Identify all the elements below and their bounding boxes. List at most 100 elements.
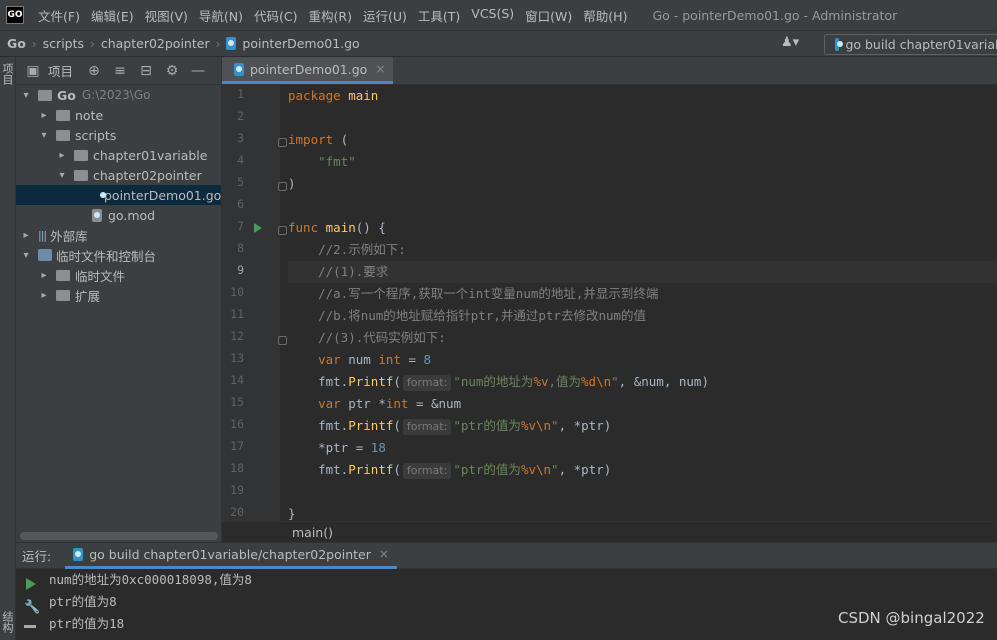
parameter-hint: format:: [402, 375, 452, 391]
run-gutter-icon[interactable]: [254, 223, 262, 233]
line-number: 11: [230, 307, 244, 321]
menu-item[interactable]: 视图(V): [145, 6, 188, 25]
run-configuration-selector[interactable]: go build chapter01variab: [824, 34, 997, 55]
chevron-right-icon[interactable]: ▸: [38, 110, 50, 121]
expand-all-icon[interactable]: ≡: [113, 63, 127, 79]
menu-item[interactable]: 工具(T): [418, 6, 460, 25]
line-number: 18: [230, 461, 244, 475]
tree-item[interactable]: ▸ ||| 外部库: [16, 225, 221, 245]
tree-item-label: 扩展: [75, 288, 101, 304]
code-line: func main() {: [288, 217, 997, 239]
close-tab-icon[interactable]: ×: [375, 62, 385, 76]
breadcrumb-chapter02pointer[interactable]: chapter02pointer: [101, 36, 210, 51]
wrench-icon[interactable]: 🔧: [24, 600, 40, 615]
code-token: main: [340, 88, 379, 103]
folder-icon: [56, 129, 70, 141]
tree-item-path: G:\2023\Go: [81, 88, 151, 102]
tree-item[interactable]: ▾ Go G:\2023\Go: [16, 85, 221, 105]
line-number: 13: [230, 351, 244, 365]
code-token: "ptr的值为: [453, 418, 521, 433]
tree-item-label: pointerDemo01.go: [104, 187, 222, 203]
run-tab[interactable]: go build chapter01variable/chapter02poin…: [65, 543, 397, 569]
chevron-down-icon[interactable]: ▾: [20, 90, 32, 101]
code-breadcrumb-function[interactable]: main(): [292, 525, 333, 540]
menu-item[interactable]: 窗口(W): [525, 6, 572, 25]
menu-item[interactable]: 导航(N): [199, 6, 243, 25]
line-number: 6: [237, 197, 244, 211]
menu-item[interactable]: 代码(C): [254, 6, 297, 25]
tree-item[interactable]: ▸ 临时文件: [16, 265, 221, 285]
fold-marker-icon[interactable]: [278, 182, 287, 191]
console-output-line: ptr的值为8: [49, 594, 117, 609]
code-token: ,值为: [548, 374, 582, 389]
chevron-down-icon[interactable]: ▾: [38, 130, 50, 141]
tree-item[interactable]: pointerDemo01.go: [16, 185, 221, 205]
code-token: () {: [355, 220, 386, 235]
tree-item-label: scripts: [75, 127, 117, 143]
tree-item[interactable]: go.mod: [16, 205, 221, 225]
csdn-watermark: CSDN @bingal2022: [838, 609, 985, 627]
chevron-down-icon[interactable]: ▾: [20, 250, 32, 261]
breadcrumb-scripts[interactable]: scripts: [43, 36, 84, 51]
rerun-play-icon[interactable]: [26, 578, 36, 590]
line-number: 19: [230, 483, 244, 497]
code-token: fmt.: [288, 374, 349, 389]
code-token: ": [611, 374, 619, 389]
chevron-right-icon[interactable]: ▸: [38, 270, 50, 281]
code-area[interactable]: 1 2 3 4 5 6 7 8 9 10 11 12 13 14 15 16 17 18 19 20 package …: [222, 85, 997, 521]
menu-item[interactable]: VCS(S): [471, 6, 514, 25]
code-token: , *ptr): [558, 462, 612, 477]
tree-item[interactable]: ▾ 临时文件和控制台: [16, 245, 221, 265]
user-account-icon[interactable]: ♟▾: [781, 35, 799, 50]
tree-item[interactable]: ▸ note: [16, 105, 221, 125]
project-panel-header: ▣ 项目 ⊕ ≡ ⊟ ⚙ —: [16, 57, 221, 85]
line-number: 4: [237, 153, 244, 167]
project-panel-title[interactable]: 项目: [48, 61, 73, 80]
tree-item[interactable]: ▸ 扩展: [16, 285, 221, 305]
parameter-hint: format:: [402, 463, 452, 479]
menu-item[interactable]: 运行(U): [363, 6, 407, 25]
fold-marker-icon[interactable]: [278, 226, 287, 235]
menu-item[interactable]: 帮助(H): [583, 6, 627, 25]
structure-tool-tab[interactable]: 结构: [0, 611, 15, 633]
menu-item[interactable]: 编辑(E): [91, 6, 134, 25]
code-line: "fmt": [288, 151, 997, 173]
line-number: 14: [230, 373, 244, 387]
collapse-all-icon[interactable]: ⊟: [139, 63, 153, 79]
hide-panel-icon[interactable]: —: [191, 63, 205, 79]
settings-gear-icon[interactable]: ⚙: [165, 63, 179, 79]
chevron-right-icon[interactable]: ▸: [56, 150, 68, 161]
tree-item[interactable]: ▸ chapter01variable: [16, 145, 221, 165]
chevron-down-icon[interactable]: ▾: [56, 170, 68, 181]
locate-file-icon[interactable]: ⊕: [87, 63, 101, 79]
code-line: //b.将num的地址赋给指针ptr,并通过ptr去修改num的值: [288, 305, 997, 327]
close-run-tab-icon[interactable]: ×: [379, 547, 389, 561]
project-tool-tab[interactable]: 项目: [0, 63, 15, 85]
code-line: ): [288, 173, 997, 195]
menu-item[interactable]: 文件(F): [38, 6, 80, 25]
go-file-icon: [234, 62, 244, 76]
chevron-right-icon[interactable]: ▸: [38, 290, 50, 301]
code-token: int: [378, 352, 401, 367]
code-token: fmt.: [288, 462, 349, 477]
tree-item[interactable]: ▾ scripts: [16, 125, 221, 145]
tree-item[interactable]: ▾ chapter02pointer: [16, 165, 221, 185]
tree-item-label: 临时文件: [75, 268, 126, 284]
fold-marker-icon[interactable]: [278, 138, 287, 147]
chevron-right-icon[interactable]: ▸: [20, 230, 32, 241]
code-token: = &num: [408, 396, 462, 411]
breadcrumb-project[interactable]: Go: [7, 36, 26, 51]
tab-pointerdemo01[interactable]: pointerDemo01.go ×: [222, 57, 394, 84]
line-number: 16: [230, 417, 244, 431]
code-token: num: [340, 352, 379, 367]
run-toolbar: 🔧: [16, 569, 42, 640]
stop-icon[interactable]: [24, 625, 36, 628]
menu-item[interactable]: 重构(R): [309, 6, 352, 25]
code-token: 8: [423, 352, 432, 367]
fold-marker-icon[interactable]: [278, 336, 287, 345]
project-horizontal-scrollbar[interactable]: [20, 532, 218, 540]
breadcrumb-file[interactable]: pointerDemo01.go: [226, 36, 360, 51]
